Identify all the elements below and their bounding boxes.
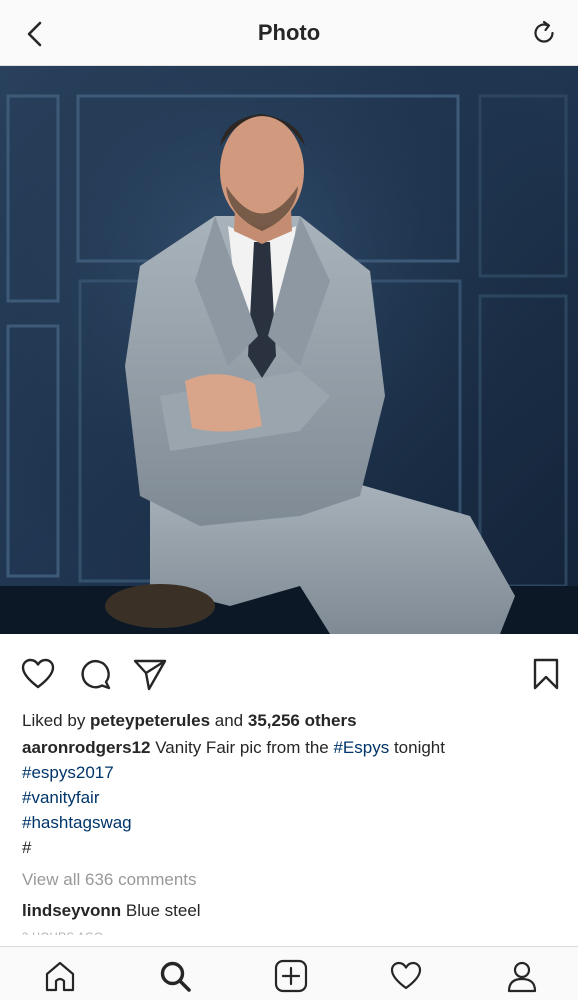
likes-prefix: Liked by	[22, 711, 91, 730]
caption-text: Vanity Fair pic from the	[150, 738, 334, 757]
hashtag-vanityfair[interactable]: #vanityfair	[22, 785, 562, 810]
profile-icon[interactable]	[505, 959, 539, 993]
add-icon[interactable]	[274, 959, 308, 993]
hashtag-empty: #	[22, 838, 32, 857]
home-icon[interactable]	[43, 959, 77, 993]
send-icon[interactable]	[132, 656, 168, 692]
post-actions	[0, 652, 578, 700]
hashtag-hashtagswag[interactable]: #hashtagswag	[22, 810, 562, 835]
post-details: Liked by peteypeterules and 35,256 other…	[22, 708, 562, 935]
activity-heart-icon[interactable]	[389, 959, 423, 993]
comment-author[interactable]: lindseyvonn	[22, 901, 121, 920]
refresh-icon[interactable]	[530, 19, 558, 47]
post-photo[interactable]	[0, 66, 578, 634]
bookmark-icon[interactable]	[528, 656, 564, 692]
comment-item: lindseyvonn Blue steel	[22, 898, 562, 923]
likes-summary: Liked by peteypeterules and 35,256 other…	[22, 708, 562, 733]
top-nav-bar: Photo	[0, 0, 578, 66]
search-icon[interactable]	[158, 959, 192, 993]
likes-middle: and	[210, 711, 248, 730]
likes-count[interactable]: 35,256 others	[248, 711, 357, 730]
caption-text-end: tonight	[389, 738, 445, 757]
liked-by-user[interactable]: peteypeterules	[90, 711, 210, 730]
post-timestamp: 2 HOURS AGO	[22, 925, 562, 935]
hashtag-espys[interactable]: #Espys	[333, 738, 389, 757]
comment-text: Blue steel	[121, 901, 201, 920]
bottom-tab-bar	[0, 946, 578, 1000]
heart-icon[interactable]	[20, 656, 56, 692]
view-all-comments-link[interactable]: View all 636 comments	[22, 867, 562, 892]
caption: aaronrodgers12 Vanity Fair pic from the …	[22, 735, 562, 760]
caption-author[interactable]: aaronrodgers12	[22, 738, 151, 757]
hashtag-espys2017[interactable]: #espys2017	[22, 760, 562, 785]
comment-icon[interactable]	[78, 656, 114, 692]
page-title: Photo	[257, 20, 321, 45]
